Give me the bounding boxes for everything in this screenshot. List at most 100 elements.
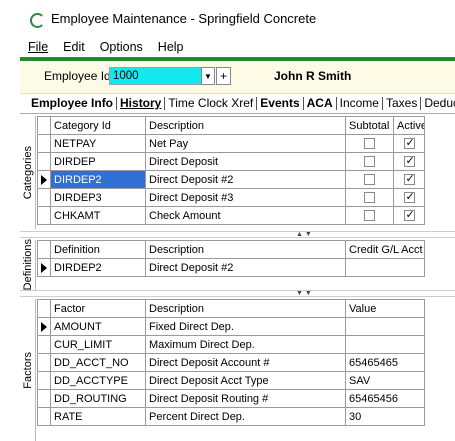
row-indicator[interactable] <box>37 206 51 225</box>
table-row[interactable]: DD_ROUTING Direct Deposit Routing #654654… <box>37 389 425 408</box>
column-header[interactable]: Credit G/L Acct <box>345 240 425 259</box>
splitter-grip-icon: ▲▼ <box>296 231 314 238</box>
subtotal-checkbox[interactable] <box>364 192 375 204</box>
column-header[interactable]: Active <box>393 116 425 135</box>
row-indicator[interactable] <box>37 188 51 207</box>
factor-cell[interactable]: DD_ACCTYPE <box>50 371 146 390</box>
description-cell[interactable]: Direct Deposit #2 <box>145 258 346 277</box>
tab-events[interactable]: Events <box>257 97 304 110</box>
menu-options[interactable]: Options <box>93 40 151 54</box>
value-cell[interactable] <box>345 335 425 354</box>
value-cell[interactable]: 65465465 <box>345 353 425 372</box>
splitter-handle[interactable]: ▲▼ <box>20 231 455 238</box>
active-checkbox[interactable] <box>403 208 415 222</box>
value-cell[interactable] <box>345 317 425 336</box>
active-checkbox[interactable] <box>403 172 415 186</box>
employee-id-field[interactable]: 1000 <box>109 67 203 85</box>
factor-cell[interactable]: DD_ACCT_NO <box>50 353 146 372</box>
description-cell[interactable]: Check Amount <box>145 206 346 225</box>
description-cell[interactable]: Percent Direct Dep. <box>145 407 346 426</box>
category-id-cell[interactable]: CHKAMT <box>50 206 146 225</box>
description-cell[interactable]: Direct Deposit Account # <box>145 353 346 372</box>
table-row[interactable]: CUR_LIMIT Maximum Direct Dep. <box>37 335 425 354</box>
row-indicator[interactable] <box>37 134 51 153</box>
column-header[interactable]: Value <box>345 299 425 318</box>
employee-name: John R Smith <box>274 69 352 83</box>
table-row[interactable]: NETPAY Net Pay <box>37 134 425 153</box>
category-id-cell[interactable]: DIRDEP2 <box>50 170 146 189</box>
credit-gl-acct-cell[interactable] <box>345 258 425 277</box>
description-cell[interactable]: Fixed Direct Dep. <box>145 317 346 336</box>
subtotal-checkbox[interactable] <box>364 174 375 186</box>
column-header[interactable]: Subtotal <box>345 116 394 135</box>
row-indicator[interactable] <box>37 353 51 372</box>
menu-help[interactable]: Help <box>151 40 192 54</box>
row-indicator[interactable] <box>37 152 51 171</box>
column-header[interactable]: Description <box>145 299 346 318</box>
row-indicator[interactable] <box>37 407 51 426</box>
table-row[interactable]: DIRDEP3 Direct Deposit #3 <box>37 188 425 207</box>
table-row[interactable]: DIRDEP Direct Deposit <box>37 152 425 171</box>
tab-income[interactable]: Income <box>337 97 383 110</box>
description-cell[interactable]: Direct Deposit #3 <box>145 188 346 207</box>
column-header[interactable]: Description <box>145 116 346 135</box>
definition-cell[interactable]: DIRDEP2 <box>50 258 146 277</box>
description-cell[interactable]: Direct Deposit <box>145 152 346 171</box>
table-row[interactable]: DD_ACCT_NO Direct Deposit Account #654654… <box>37 353 425 372</box>
row-indicator[interactable] <box>37 335 51 354</box>
tab-employee-info[interactable]: Employee Info <box>20 97 118 110</box>
column-header[interactable]: Factor <box>50 299 146 318</box>
category-id-cell[interactable]: DIRDEP <box>50 152 146 171</box>
table-row[interactable]: AMOUNT Fixed Direct Dep. <box>37 317 425 336</box>
factor-cell[interactable]: RATE <box>50 407 146 426</box>
menu-edit[interactable]: Edit <box>56 40 93 54</box>
description-cell[interactable]: Net Pay <box>145 134 346 153</box>
subtotal-cell <box>345 206 394 225</box>
description-cell[interactable]: Maximum Direct Dep. <box>145 335 346 354</box>
value-cell[interactable]: 30 <box>345 407 425 426</box>
row-indicator[interactable] <box>37 258 51 277</box>
add-employee-button[interactable]: + <box>216 67 231 85</box>
tab-strip: Employee Info History Time Clock Xref Ev… <box>20 94 455 114</box>
active-checkbox[interactable] <box>403 190 415 204</box>
row-indicator[interactable] <box>37 371 51 390</box>
factor-cell[interactable]: AMOUNT <box>50 317 146 336</box>
column-header[interactable]: Category Id <box>50 116 146 135</box>
description-cell[interactable]: Direct Deposit #2 <box>145 170 346 189</box>
value-cell[interactable]: 65465456 <box>345 389 425 408</box>
row-indicator[interactable] <box>37 389 51 408</box>
active-checkbox[interactable] <box>403 154 415 168</box>
factor-cell[interactable]: DD_ROUTING <box>50 389 146 408</box>
employee-dropdown-button[interactable]: ▼ <box>201 67 215 85</box>
tab-history[interactable]: History <box>117 97 166 110</box>
description-cell[interactable]: Direct Deposit Acct Type <box>145 371 346 390</box>
splitter-handle[interactable]: ▼▼ <box>20 290 455 297</box>
employee-id-label: Employee Id <box>44 69 111 83</box>
category-id-cell[interactable]: NETPAY <box>50 134 146 153</box>
subtotal-checkbox[interactable] <box>364 138 375 150</box>
tab-taxes[interactable]: Taxes <box>383 97 422 110</box>
tab-aca[interactable]: ACA <box>304 97 337 110</box>
category-id-cell[interactable]: DIRDEP3 <box>50 188 146 207</box>
table-row[interactable]: DIRDEP2 Direct Deposit #2 <box>37 170 425 189</box>
table-row[interactable]: DD_ACCTYPE Direct Deposit Acct Type SAV <box>37 371 425 390</box>
tab-time-clock-xref[interactable]: Time Clock Xref <box>165 97 258 110</box>
menu-file[interactable]: File <box>20 40 56 54</box>
active-cell <box>393 152 425 171</box>
subtotal-checkbox[interactable] <box>364 156 375 168</box>
current-row-arrow-icon <box>41 262 47 273</box>
table-row[interactable]: DIRDEP2 Direct Deposit #2 <box>37 258 425 277</box>
row-indicator[interactable] <box>37 170 51 189</box>
description-cell[interactable]: Direct Deposit Routing # <box>145 389 346 408</box>
active-cell <box>393 188 425 207</box>
table-row[interactable]: CHKAMT Check Amount <box>37 206 425 225</box>
tab-deduct[interactable]: Deduct <box>421 97 455 110</box>
subtotal-checkbox[interactable] <box>364 210 375 222</box>
value-cell[interactable]: SAV <box>345 371 425 390</box>
table-row[interactable]: RATE Percent Direct Dep. 30 <box>37 407 425 426</box>
row-indicator[interactable] <box>37 317 51 336</box>
column-header[interactable]: Description <box>145 240 346 259</box>
factor-cell[interactable]: CUR_LIMIT <box>50 335 146 354</box>
active-checkbox[interactable] <box>403 136 415 150</box>
column-header[interactable]: Definition <box>50 240 146 259</box>
